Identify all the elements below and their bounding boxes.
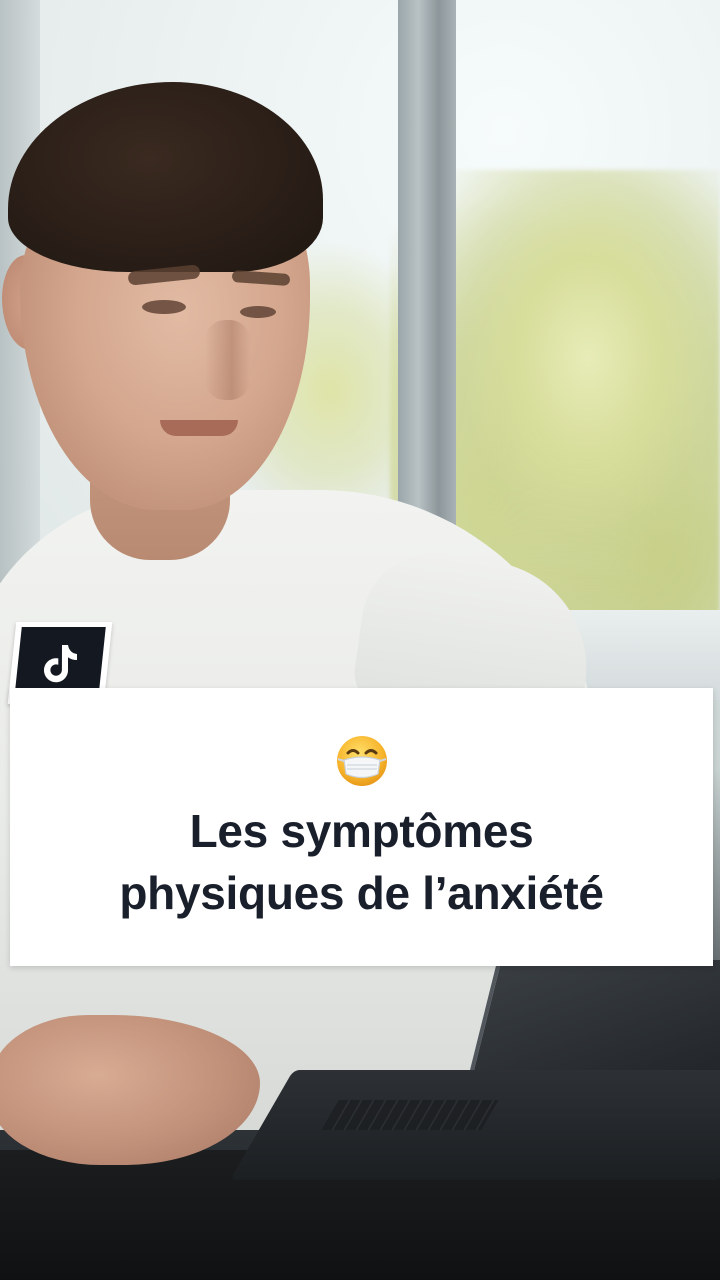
tiktok-logo-icon [44,645,78,683]
right-eye [240,306,276,318]
title-line-1: Les symptômes [189,805,534,857]
face-mask-emoji-icon [10,734,713,790]
title-card: Les symptômes physiques de l’anxiété [10,688,713,966]
left-eye [142,300,186,314]
title-line-2: physiques de l’anxiété [119,867,604,919]
video-title: Les symptômes physiques de l’anxiété [10,800,713,924]
nose [205,320,250,400]
hair [8,82,323,272]
mouth [160,420,238,436]
mask-face-icon [336,736,387,786]
laptop-keyboard [321,1100,499,1130]
